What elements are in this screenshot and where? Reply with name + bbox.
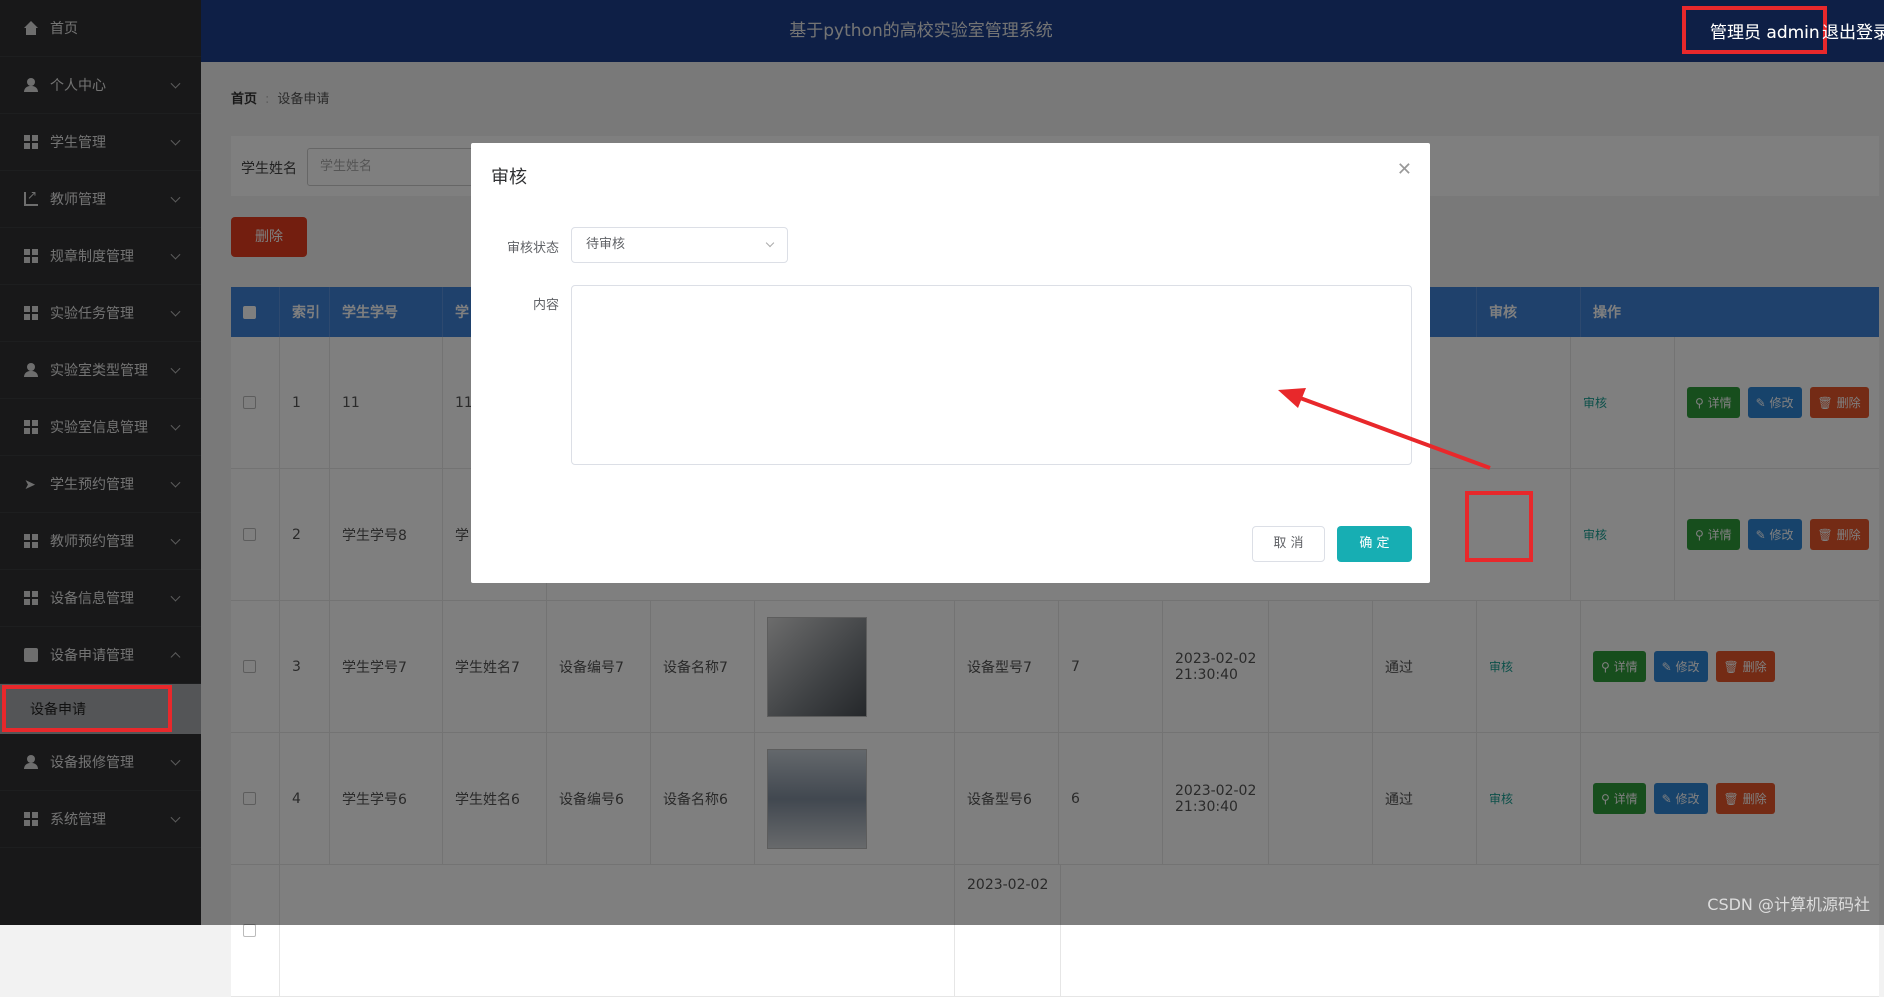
logout-link-highlight[interactable]: 退出登录 bbox=[1822, 18, 1884, 43]
annotation-arrow bbox=[1278, 388, 1491, 470]
arrow-head bbox=[1278, 388, 1306, 408]
checkbox[interactable] bbox=[243, 924, 256, 937]
arrow-line bbox=[1291, 393, 1491, 470]
watermark: CSDN @计算机源码社 bbox=[1707, 895, 1870, 914]
current-user-highlight: 管理员 admin bbox=[1710, 23, 1820, 43]
